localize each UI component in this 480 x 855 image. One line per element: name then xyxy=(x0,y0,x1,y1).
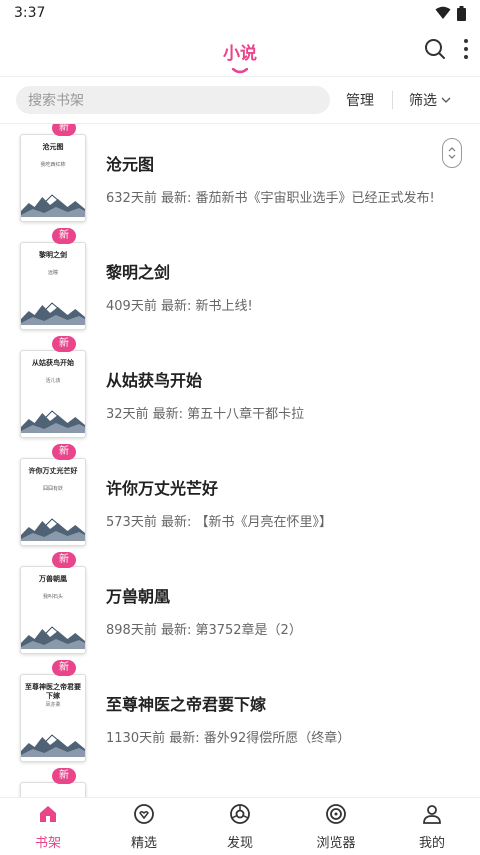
new-badge: 新 xyxy=(52,552,76,568)
title-underline xyxy=(232,67,248,73)
search-placeholder: 搜索书架 xyxy=(28,93,84,109)
book-item[interactable]: 从姑获鸟开始 活儿该新从姑获鸟开始 32天前 最新: 第五十八章干都卡拉 xyxy=(0,336,480,448)
new-badge: 新 xyxy=(52,124,76,136)
manage-button[interactable]: 管理 xyxy=(346,90,374,110)
more-options-icon[interactable] xyxy=(464,39,468,59)
new-badge: 新 xyxy=(52,768,76,784)
book-latest-update: 898天前 最新: 第3752章是（2） xyxy=(106,622,302,638)
book-item[interactable]: 沧元图 我吃西红柿新沧元图 632天前 最新: 番茄新书《宇宙职业选手》已经正式发布… xyxy=(0,124,480,232)
new-badge: 新 xyxy=(52,336,76,352)
nav-item-discover[interactable]: 发现 xyxy=(192,798,288,855)
bottom-nav: 书架 精选 发现 浏览器 我的 xyxy=(0,797,480,855)
featured-icon xyxy=(133,803,155,829)
discover-icon xyxy=(229,803,251,829)
cover-mountain-art xyxy=(21,518,85,541)
book-cover: 从姑获鸟开始 活儿该 xyxy=(20,350,86,438)
search-row: 搜索书架 管理 筛选 xyxy=(0,76,480,124)
book-title: 沧元图 xyxy=(106,154,155,174)
status-bar: 3:37 xyxy=(0,0,480,26)
cover-author: 远瞳 xyxy=(47,270,58,276)
new-badge: 新 xyxy=(52,228,76,244)
book-title: 许你万丈光芒好 xyxy=(106,478,219,498)
scroll-arrows-icon xyxy=(448,147,456,159)
book-cover: 黎明之剑 远瞳 xyxy=(20,242,86,330)
nav-item-label: 书架 xyxy=(34,835,61,851)
book-latest-update: 573天前 最新: 【新书《月亮在怀里》】 xyxy=(106,514,332,530)
book-title: 从姑获鸟开始 xyxy=(106,370,203,390)
cover-author: 我吃西红柿 xyxy=(40,162,66,168)
book-latest-update: 32天前 最新: 第五十八章干都卡拉 xyxy=(106,406,305,422)
browser-icon xyxy=(325,803,347,829)
top-bar: 小说 xyxy=(0,26,480,76)
nav-item-label: 浏览器 xyxy=(316,835,356,851)
page-title[interactable]: 小说 xyxy=(223,39,257,73)
book-cover xyxy=(20,782,86,797)
nav-item-featured[interactable]: 精选 xyxy=(96,798,192,855)
book-cover: 万兽朝凰 我叫石头 xyxy=(20,566,86,654)
book-latest-update: 632天前 最新: 番茄新书《宇宙职业选手》已经正式发布! xyxy=(106,190,435,206)
bookshelf-icon xyxy=(37,803,59,829)
scroll-handle[interactable] xyxy=(442,138,462,168)
filter-button[interactable]: 筛选 xyxy=(409,90,451,110)
status-time: 3:37 xyxy=(14,5,46,21)
book-latest-update: 409天前 最新: 新书上线! xyxy=(106,298,253,314)
book-item[interactable]: 新 xyxy=(0,768,480,797)
cover-mountain-art xyxy=(21,626,85,649)
cover-mountain-art xyxy=(21,734,85,757)
book-cover: 许你万丈光芒好 囧囧有妖 xyxy=(20,458,86,546)
nav-item-profile[interactable]: 我的 xyxy=(384,798,480,855)
divider xyxy=(392,91,393,109)
cover-title: 黎明之剑 xyxy=(39,251,67,259)
cover-title: 许你万丈光芒好 xyxy=(28,467,78,475)
cover-title: 至尊神医之帝君要下嫁 xyxy=(25,683,81,700)
chevron-down-icon xyxy=(441,97,451,103)
cover-mountain-art xyxy=(21,302,85,325)
nav-item-label: 精选 xyxy=(130,835,157,851)
book-cover: 至尊神医之帝君要下嫁凤亦柔 xyxy=(20,674,86,762)
wifi-icon xyxy=(435,6,451,19)
new-badge: 新 xyxy=(52,444,76,460)
cover-mountain-art xyxy=(21,410,85,433)
book-title: 至尊神医之帝君要下嫁 xyxy=(106,694,267,714)
search-input[interactable]: 搜索书架 xyxy=(16,86,330,114)
new-badge: 新 xyxy=(52,660,76,676)
bookshelf-list: 沧元图 我吃西红柿新沧元图 632天前 最新: 番茄新书《宇宙职业选手》已经正式发布… xyxy=(0,124,480,797)
nav-item-browser[interactable]: 浏览器 xyxy=(288,798,384,855)
cover-author: 活儿该 xyxy=(45,378,61,384)
search-icon[interactable] xyxy=(424,38,446,60)
battery-icon xyxy=(457,5,466,21)
book-item[interactable]: 至尊神医之帝君要下嫁 凤亦柔新至尊神医之帝君要下嫁 1130天前 最新: 番外92得… xyxy=(0,660,480,772)
cover-title: 从姑获鸟开始 xyxy=(32,359,74,367)
nav-item-bookshelf[interactable]: 书架 xyxy=(0,798,96,855)
book-title: 黎明之剑 xyxy=(106,262,171,282)
profile-icon xyxy=(421,803,443,829)
book-item[interactable]: 黎明之剑 远瞳新黎明之剑 409天前 最新: 新书上线! xyxy=(0,228,480,340)
nav-item-label: 发现 xyxy=(226,835,253,851)
book-item[interactable]: 许你万丈光芒好 囧囧有妖新许你万丈光芒好 573天前 最新: 【新书《月亮在怀里》】 xyxy=(0,444,480,556)
cover-author: 凤亦柔 xyxy=(45,702,61,708)
cover-title: 沧元图 xyxy=(42,143,64,151)
cover-title: 万兽朝凰 xyxy=(39,575,67,583)
book-title: 万兽朝凰 xyxy=(106,586,171,606)
book-latest-update: 1130天前 最新: 番外92得偿所愿（终章） xyxy=(106,730,351,746)
cover-author: 我叫石头 xyxy=(42,594,63,600)
cover-mountain-art xyxy=(21,194,85,217)
cover-author: 囧囧有妖 xyxy=(42,486,63,492)
nav-item-label: 我的 xyxy=(418,835,445,851)
book-cover: 沧元图 我吃西红柿 xyxy=(20,134,86,222)
book-item[interactable]: 万兽朝凰 我叫石头新万兽朝凰 898天前 最新: 第3752章是（2） xyxy=(0,552,480,664)
